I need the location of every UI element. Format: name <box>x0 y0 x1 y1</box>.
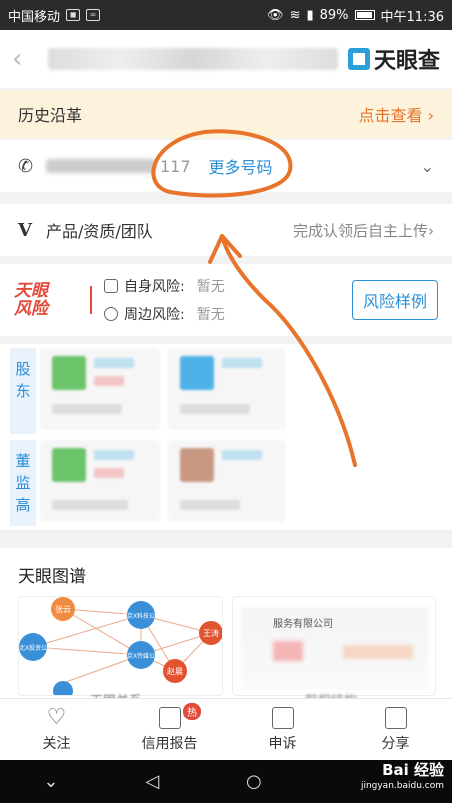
bottom-tab-bar: ♡ 关注 热 信用报告 申诉 分享 <box>0 698 452 760</box>
carrier-label: 中国移动 <box>8 9 61 25</box>
battery-percent: 89% <box>319 7 349 23</box>
baidu-watermark: Bai 经验 jingyan.baidu.com <box>360 761 444 791</box>
battery-icon <box>354 10 375 20</box>
tab-share[interactable]: 分享 <box>339 699 452 760</box>
person-card[interactable] <box>40 440 160 522</box>
person-card[interactable] <box>168 348 286 430</box>
hd-icon: ◼ <box>66 9 81 21</box>
signal-icon: ▮ <box>306 7 314 23</box>
chevron-right-icon: › <box>428 221 434 240</box>
relation-graph[interactable]: 张云 北京X科技公司 王涛 河北X投资公司 北京X传媒公司 赵晨 <box>18 596 223 696</box>
graph-node[interactable]: 河北X投资公司 <box>19 633 53 661</box>
edit-icon <box>271 706 294 729</box>
directors-label[interactable]: 董监高 <box>10 440 36 526</box>
people-section: 股东 董监高 <box>0 344 452 530</box>
graph-node[interactable]: 赵晨 <box>163 659 187 683</box>
graph-node[interactable]: 北京X传媒公司 <box>121 641 161 669</box>
nav-back-icon[interactable]: ◁ <box>145 771 159 792</box>
nav-home-icon[interactable]: ○ <box>246 771 262 792</box>
share-icon <box>384 706 407 729</box>
phone-number-blurred <box>46 159 156 173</box>
equity-structure[interactable]: 服务有限公司 <box>232 596 436 696</box>
equity-company: 服务有限公司 <box>273 619 333 630</box>
around-risk-label: 周边风险: <box>124 307 185 323</box>
verified-v-icon: V <box>18 219 32 241</box>
tab-appeal[interactable]: 申诉 <box>226 699 339 760</box>
history-row[interactable]: 历史沿革 点击查看 › <box>0 90 452 138</box>
phone-number-tail: 117 <box>160 156 191 176</box>
more-numbers-link[interactable]: 更多号码 <box>209 154 273 178</box>
back-icon[interactable]: ‹ <box>12 44 42 74</box>
clock: 中午11:36 <box>380 9 444 25</box>
graph-node[interactable]: 北京X科技公司 <box>121 601 161 629</box>
phone-row[interactable]: ✆ 117 更多号码 ⌄ <box>0 140 452 192</box>
heart-icon: ♡ <box>46 704 67 730</box>
graph-node[interactable]: 王涛 <box>199 621 223 645</box>
history-label: 历史沿革 <box>18 106 83 125</box>
pulse-icon <box>104 279 118 293</box>
brand-logo: 天眼查 <box>347 43 440 75</box>
self-risk-label: 自身风险: <box>124 279 185 295</box>
brand-mark-icon <box>347 48 370 70</box>
relation-graph-svg: 张云 北京X科技公司 王涛 河北X投资公司 北京X传媒公司 赵晨 <box>19 597 223 696</box>
self-risk-value: 暂无 <box>196 279 225 295</box>
notification-icon: ∞ <box>86 9 101 21</box>
chevron-down-icon[interactable]: ⌄ <box>421 157 434 176</box>
nav-down-icon[interactable]: ⌄ <box>43 771 58 792</box>
person-card[interactable] <box>40 348 160 430</box>
status-bar: 中国移动 ◼ ∞ 👁 ≋ ▮ 89% 中午11:36 <box>0 0 452 30</box>
hot-badge: 热 <box>183 703 202 720</box>
product-hint[interactable]: 完成认领后自主上传› <box>293 220 434 241</box>
brand-name: 天眼查 <box>373 49 440 74</box>
phone-icon: ✆ <box>18 155 34 177</box>
graph-node[interactable]: 张云 <box>51 597 75 621</box>
eye-icon: 👁 <box>267 7 284 23</box>
tab-follow[interactable]: ♡ 关注 <box>0 699 113 760</box>
history-view-link[interactable]: 点击查看 › <box>358 102 434 126</box>
wifi-icon: ≋ <box>289 7 301 23</box>
top-bar: ‹ 天眼查 <box>0 30 452 88</box>
report-icon <box>158 706 181 729</box>
radar-icon <box>104 307 118 321</box>
risk-logo: 天眼 风险 <box>14 281 48 319</box>
risk-sample-button[interactable]: 风险样例 <box>351 280 438 320</box>
risk-panel: 天眼 风险 自身风险: 暂无 周边风险: 暂无 风险样例 <box>0 264 452 336</box>
graph-section: 天眼图谱 张云 北京X科技公司 王涛 北X投资公司 北京X传媒公司 赵晨 服务有… <box>0 548 452 709</box>
chevron-right-icon: › <box>427 106 434 125</box>
product-label: 产品/资质/团队 <box>46 222 153 241</box>
svg-text:张云: 张云 <box>55 605 71 614</box>
graph-title: 天眼图谱 <box>18 567 86 587</box>
graph-node[interactable] <box>53 681 73 696</box>
product-row[interactable]: V 产品/资质/团队 完成认领后自主上传› <box>0 204 452 256</box>
shareholders-label[interactable]: 股东 <box>10 348 36 434</box>
person-card[interactable] <box>168 440 286 522</box>
around-risk-value: 暂无 <box>196 307 225 323</box>
svg-text:王涛: 王涛 <box>203 628 219 638</box>
svg-text:北京X传媒公司: 北京X传媒公司 <box>121 652 161 660</box>
tab-credit-report[interactable]: 热 信用报告 <box>113 699 226 760</box>
svg-text:北京X科技公司: 北京X科技公司 <box>121 612 161 620</box>
svg-text:赵晨: 赵晨 <box>167 666 183 676</box>
risk-divider <box>90 286 92 314</box>
svg-text:河北X投资公司: 河北X投资公司 <box>19 644 53 652</box>
company-name-blurred <box>48 48 338 70</box>
